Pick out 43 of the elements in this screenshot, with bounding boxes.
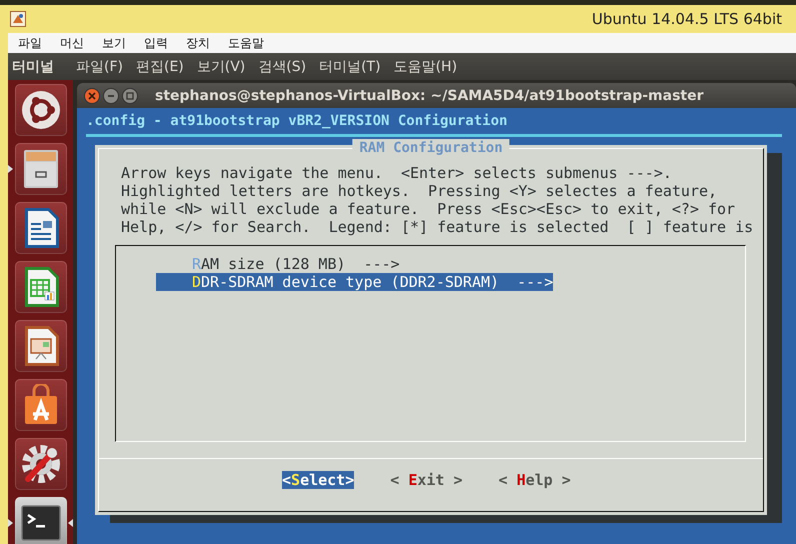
menu-item[interactable]: 입력: [144, 34, 168, 52]
app-icon: [10, 11, 26, 27]
terminal-title: stephanos@stephanos-VirtualBox: ~/SAMA5D4/at91bootstrap-master: [155, 88, 704, 104]
ubuntu-logo-icon: [20, 90, 60, 130]
dialog-button[interactable]: <Select>: [282, 471, 354, 489]
menu-item[interactable]: 편집(E): [136, 58, 184, 76]
menu-item[interactable]: 파일(F): [76, 58, 123, 76]
close-icon: [88, 92, 96, 100]
launcher-tile[interactable]: [14, 379, 66, 431]
maximize-button[interactable]: [122, 88, 138, 104]
menu-entry[interactable]: DDR-SDRAM device type (DDR2-SDRAM) --->: [156, 273, 554, 291]
launcher-tile[interactable]: [14, 261, 66, 313]
minimize-button[interactable]: [103, 88, 119, 104]
terminal-icon: [20, 505, 60, 541]
app-name: 터미널: [12, 58, 54, 76]
close-button[interactable]: [84, 88, 100, 104]
launcher-tile[interactable]: [14, 143, 66, 195]
window-title: Ubuntu 14.04.5 LTS 64bit: [592, 10, 782, 28]
dialog-title: RAM Configuration: [352, 139, 510, 157]
menu-item[interactable]: 머신: [60, 34, 84, 52]
menu-item[interactable]: 도움말(H): [394, 58, 458, 76]
menu-item[interactable]: 보기: [102, 34, 126, 52]
menu-item[interactable]: 검색(S): [258, 58, 306, 76]
help-text: Highlighted letters are hotkeys. Pressing <Y> selectes a feature,: [121, 182, 718, 200]
maximize-icon: [126, 92, 134, 100]
menu-item[interactable]: 도움말: [228, 34, 264, 52]
menu-item[interactable]: 보기(V): [196, 58, 246, 76]
gear-wrench-icon: [20, 443, 62, 485]
config-header: .config - at91bootstrap vBR2_VERSION Configuration: [86, 112, 508, 131]
help-text: Help, </> for Search. Legend: [*] feature is selected [ ] feature is: [121, 218, 754, 236]
help-text: while <N> will exclude a feature. Press <Esc><Esc> to exit, <?> for: [121, 200, 736, 218]
menu-entry[interactable]: RAM size (128 MB) --->: [156, 255, 400, 273]
launcher-tile[interactable]: [14, 320, 66, 372]
launcher-tile[interactable]: [14, 84, 66, 136]
menu-item[interactable]: 파일: [18, 34, 42, 52]
help-text: Arrow keys navigate the menu. <Enter> selects submenus --->.: [121, 164, 673, 182]
dialog-button[interactable]: < Exit >: [390, 471, 462, 489]
menu-item[interactable]: 장치: [186, 34, 210, 52]
menu-item[interactable]: 터미널(T): [319, 58, 381, 76]
launcher-tile[interactable]: [14, 202, 66, 254]
dialog-button[interactable]: < Help >: [498, 471, 571, 489]
launcher-tile[interactable]: [14, 438, 66, 490]
launcher-tile[interactable]: [14, 497, 66, 544]
